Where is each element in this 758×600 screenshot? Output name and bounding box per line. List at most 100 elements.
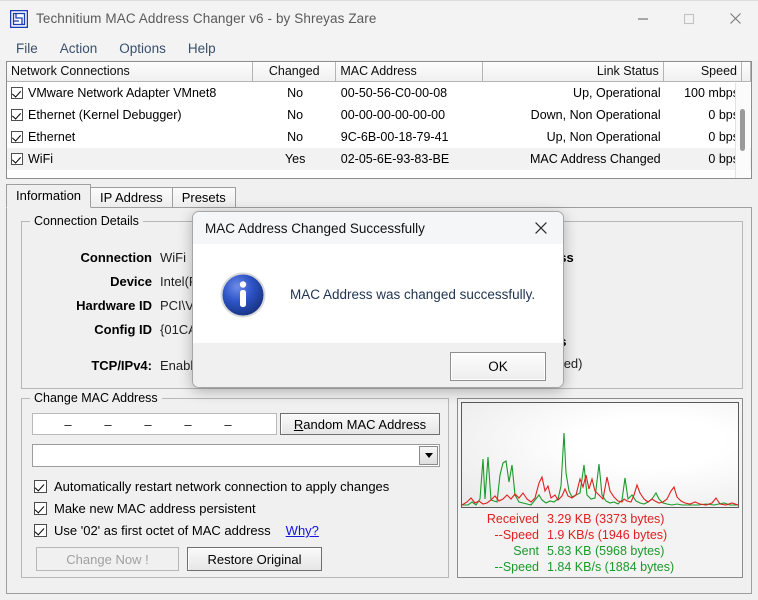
table-row[interactable]: VMware Network Adapter VMnet8 No 00-50-5… bbox=[7, 82, 751, 104]
persistent-checkbox[interactable] bbox=[34, 502, 47, 515]
row-name-cell[interactable]: WiFi bbox=[7, 148, 254, 170]
persistent-label: Make new MAC address persistent bbox=[54, 501, 256, 516]
tab-information[interactable]: Information bbox=[6, 184, 92, 208]
label-connection: Connection bbox=[80, 250, 153, 265]
stat-received-speed: --Speed 1.9 KB/s (1946 bytes) bbox=[461, 527, 739, 543]
random-mac-address-button[interactable]: Random MAC Address bbox=[280, 413, 440, 435]
auto-restart-label: Automatically restart network connection… bbox=[54, 479, 390, 494]
stat-received-speed-value: 1.9 KB/s (1946 bytes) bbox=[547, 528, 668, 542]
row-name-cell[interactable]: Ethernet bbox=[7, 126, 254, 148]
window-title: Technitium MAC Address Changer v6 - by S… bbox=[36, 11, 377, 26]
menu-item-options[interactable]: Options bbox=[109, 39, 176, 58]
table-row[interactable]: Ethernet No 9C-6B-00-18-79-41 Up, Non Op… bbox=[7, 126, 751, 148]
row-name-text: VMware Network Adapter VMnet8 bbox=[28, 86, 217, 100]
row-mac-cell: 00-00-00-00-00-00 bbox=[340, 108, 446, 122]
row-checkbox[interactable] bbox=[11, 109, 23, 121]
row-link-cell: Up, Non Operational bbox=[546, 130, 661, 144]
column-header-filler bbox=[742, 62, 751, 82]
column-header-changed[interactable]: Changed bbox=[253, 62, 337, 82]
network-traffic-panel: Received 3.29 KB (3373 bytes) --Speed 1.… bbox=[457, 398, 743, 578]
list-scrollbar[interactable] bbox=[735, 83, 750, 178]
change-now-button[interactable]: Change Now ! bbox=[36, 547, 179, 571]
octet-separator: – bbox=[224, 416, 232, 432]
app-logo-icon bbox=[9, 9, 29, 28]
maximize-button[interactable] bbox=[666, 1, 712, 37]
traffic-graph bbox=[461, 402, 739, 508]
column-header-speed[interactable]: Speed bbox=[663, 62, 742, 82]
auto-restart-checkbox[interactable] bbox=[34, 480, 47, 493]
row-speed-cell: 0 bps bbox=[708, 108, 739, 122]
value-connection: WiFi bbox=[160, 250, 186, 265]
table-row[interactable]: Ethernet (Kernel Debugger) No 00-00-00-0… bbox=[7, 104, 751, 126]
tab-presets[interactable]: Presets bbox=[171, 187, 236, 208]
label-device: Device bbox=[110, 274, 152, 289]
restore-original-label: Restore Original bbox=[207, 551, 302, 567]
option-first-octet-02[interactable]: Use '02' as first octet of MAC address W… bbox=[34, 523, 319, 538]
row-checkbox[interactable] bbox=[11, 87, 23, 99]
chevron-down-icon[interactable] bbox=[419, 446, 438, 465]
row-link-cell: Down, Non Operational bbox=[530, 108, 661, 122]
stat-sent: Sent 5.83 KB (5968 bytes) bbox=[461, 543, 739, 559]
first-octet-checkbox[interactable] bbox=[34, 524, 47, 537]
octet-input-3[interactable] bbox=[113, 415, 143, 433]
ok-button-label: OK bbox=[488, 359, 508, 374]
why-link[interactable]: Why? bbox=[286, 523, 319, 538]
menu-item-action[interactable]: Action bbox=[50, 39, 108, 58]
stat-sent-speed-value: 1.84 KB/s (1884 bytes) bbox=[547, 560, 675, 574]
dialog-close-icon[interactable] bbox=[519, 213, 563, 244]
dialog-title: MAC Address Changed Successfully bbox=[205, 220, 425, 236]
row-name-text: Ethernet (Kernel Debugger) bbox=[28, 108, 182, 122]
table-row[interactable]: WiFi Yes 02-05-6E-93-83-BE MAC Address C… bbox=[7, 148, 751, 170]
row-name-cell[interactable]: Ethernet (Kernel Debugger) bbox=[7, 104, 254, 126]
row-speed-cell: 100 mbps bbox=[684, 86, 739, 100]
column-header-mac[interactable]: MAC Address bbox=[336, 62, 483, 82]
mac-preset-combobox[interactable] bbox=[32, 444, 440, 467]
success-dialog: MAC Address Changed Successfully MAC Add… bbox=[192, 211, 564, 388]
row-mac-cell: 9C-6B-00-18-79-41 bbox=[340, 130, 449, 144]
random-button-label-rest: andom MAC Address bbox=[303, 416, 427, 432]
octet-separator: – bbox=[184, 416, 192, 432]
row-changed-cell: No bbox=[287, 130, 304, 144]
octet-input-4[interactable] bbox=[153, 415, 183, 433]
row-name-text: WiFi bbox=[28, 152, 53, 166]
mac-octet-inputs[interactable]: – – – – – bbox=[32, 413, 277, 435]
stat-sent-key: Sent bbox=[513, 544, 539, 558]
octet-input-5[interactable] bbox=[193, 415, 223, 433]
option-persistent[interactable]: Make new MAC address persistent bbox=[34, 501, 256, 516]
option-auto-restart[interactable]: Automatically restart network connection… bbox=[34, 479, 389, 494]
row-mac-cell: 00-50-56-C0-00-08 bbox=[340, 86, 448, 100]
minimize-button[interactable] bbox=[620, 1, 666, 37]
info-icon bbox=[219, 271, 267, 319]
row-checkbox[interactable] bbox=[11, 153, 23, 165]
label-hardware-id: Hardware ID bbox=[76, 298, 152, 313]
dialog-footer: OK bbox=[193, 343, 563, 387]
octet-input-6[interactable] bbox=[233, 415, 263, 433]
label-tcp-ipv4: TCP/IPv4: bbox=[91, 358, 152, 373]
close-button[interactable] bbox=[712, 1, 758, 37]
tab-ip-address[interactable]: IP Address bbox=[90, 187, 173, 208]
octet-input-1[interactable] bbox=[33, 415, 63, 433]
octet-separator: – bbox=[64, 416, 72, 432]
label-config-id: Config ID bbox=[94, 322, 152, 337]
row-checkbox[interactable] bbox=[11, 131, 23, 143]
column-header-name[interactable]: Network Connections bbox=[7, 62, 254, 82]
restore-original-button[interactable]: Restore Original bbox=[187, 547, 322, 571]
window-controls bbox=[620, 1, 758, 37]
scrollbar-thumb[interactable] bbox=[740, 109, 745, 151]
row-mac-cell: 02-05-6E-93-83-BE bbox=[340, 152, 450, 166]
title-bar: Technitium MAC Address Changer v6 - by S… bbox=[0, 0, 758, 36]
menu-item-help[interactable]: Help bbox=[178, 39, 226, 58]
octet-separator: – bbox=[104, 416, 112, 432]
menu-item-file[interactable]: File bbox=[6, 39, 48, 58]
row-speed-cell: 0 bps bbox=[708, 152, 739, 166]
dialog-title-bar: MAC Address Changed Successfully bbox=[193, 212, 563, 244]
column-header-link-status[interactable]: Link Status bbox=[482, 62, 664, 82]
ok-button[interactable]: OK bbox=[450, 352, 546, 381]
row-name-text: Ethernet bbox=[28, 130, 76, 144]
network-connections-list[interactable]: Network Connections Changed MAC Address … bbox=[6, 61, 752, 179]
stat-received-speed-key: --Speed bbox=[494, 528, 539, 542]
change-mac-address-group: Change MAC Address – – – – – Random MAC … bbox=[21, 391, 449, 578]
row-name-cell[interactable]: VMware Network Adapter VMnet8 bbox=[7, 82, 254, 104]
octet-input-2[interactable] bbox=[73, 415, 103, 433]
list-header: Network Connections Changed MAC Address … bbox=[7, 62, 751, 82]
